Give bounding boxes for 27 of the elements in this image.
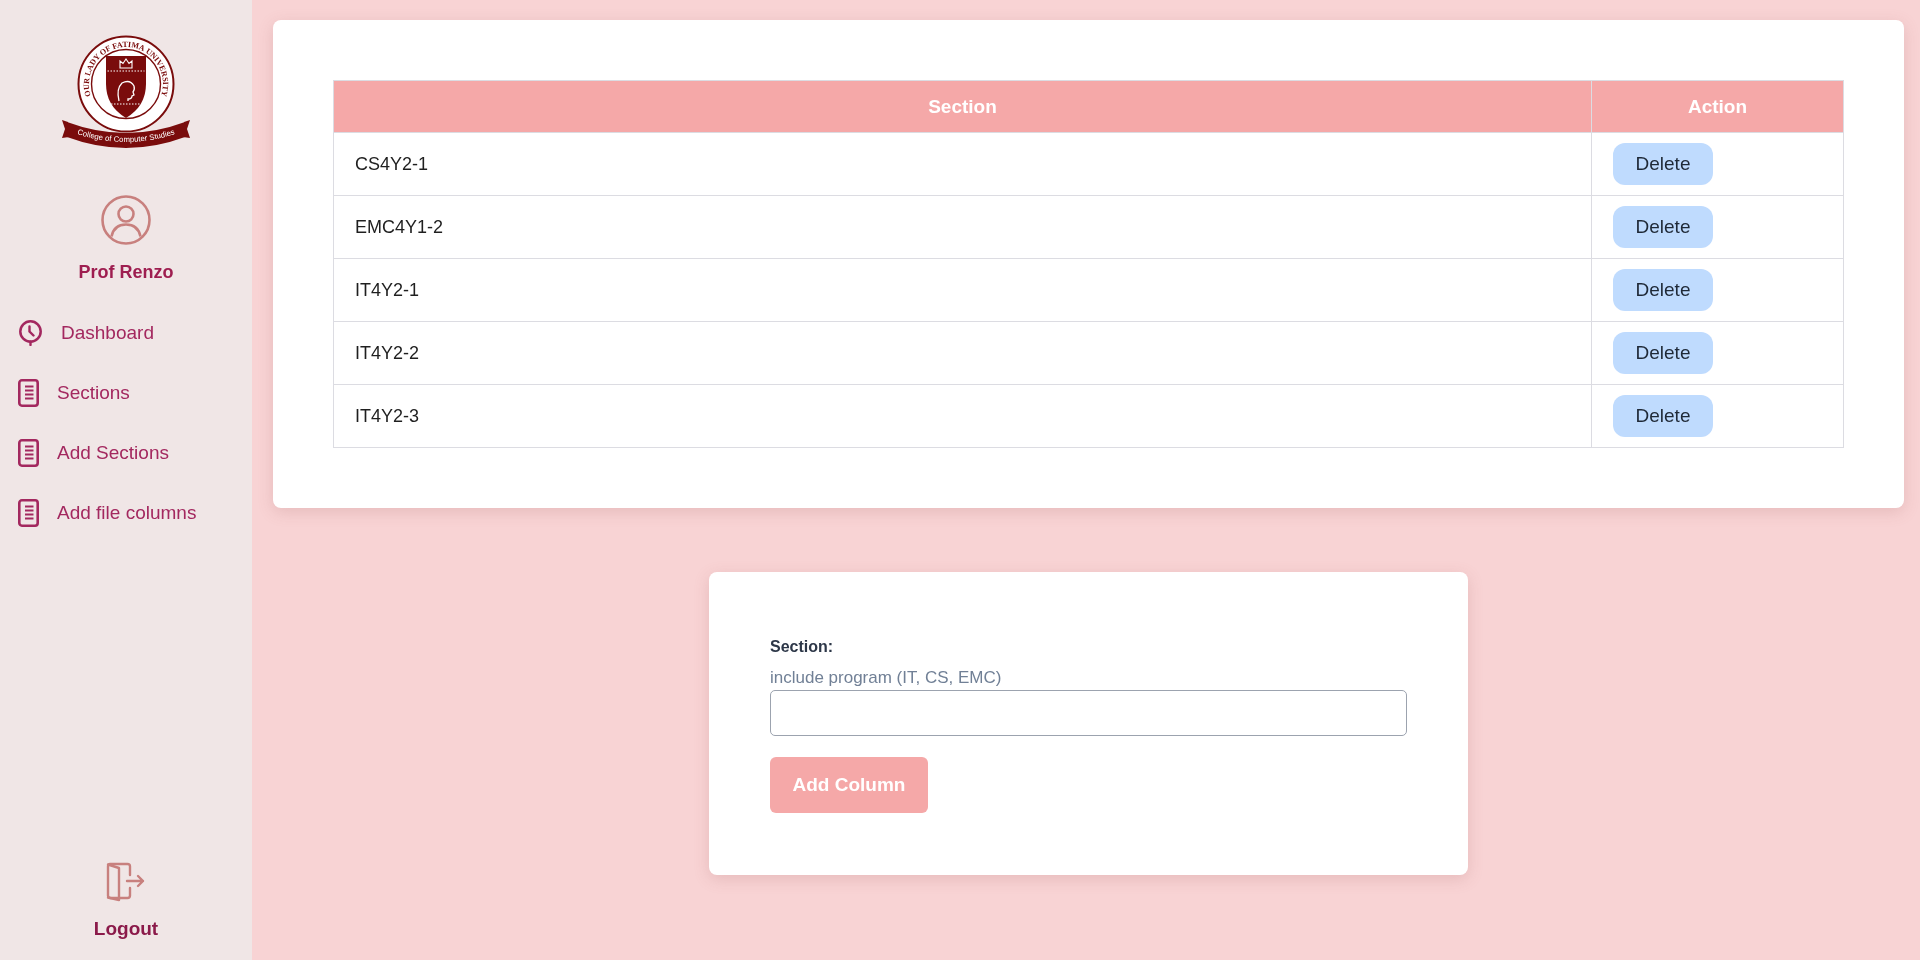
section-name: IT4Y2-1: [355, 279, 420, 300]
document-icon: [18, 439, 39, 467]
column-header: Section: [333, 80, 1592, 133]
user-name: Prof Renzo: [78, 261, 174, 283]
section-name: CS4Y2-1: [355, 153, 429, 174]
user-avatar-icon: [101, 195, 151, 245]
document-icon: [18, 499, 39, 527]
nav-link[interactable]: Add Sections: [18, 435, 169, 471]
section-label: Section:: [770, 637, 834, 657]
nav-link[interactable]: Sections: [18, 375, 130, 411]
delete-button[interactable]: Delete: [1613, 332, 1713, 374]
nav-link[interactable]: Add file columns: [18, 495, 197, 531]
document-icon: [18, 379, 39, 407]
nav-link[interactable]: Dashboard: [18, 315, 154, 351]
clock-icon: [18, 320, 43, 346]
section-input-field[interactable]: [770, 690, 1407, 736]
section-name: EMC4Y1-2: [355, 216, 444, 237]
delete-button[interactable]: Delete: [1613, 143, 1713, 185]
column-header: Action: [1591, 80, 1844, 133]
section-hint: include program (IT, CS, EMC): [770, 668, 1002, 688]
section-name: IT4Y2-2: [355, 342, 420, 363]
delete-button[interactable]: Delete: [1613, 395, 1713, 437]
delete-button[interactable]: Delete: [1613, 206, 1713, 248]
section-name: IT4Y2-3: [355, 405, 420, 426]
logout-button[interactable]: Logout: [93, 862, 159, 940]
delete-button[interactable]: Delete: [1613, 269, 1713, 311]
door-arrow-icon: [105, 862, 147, 902]
